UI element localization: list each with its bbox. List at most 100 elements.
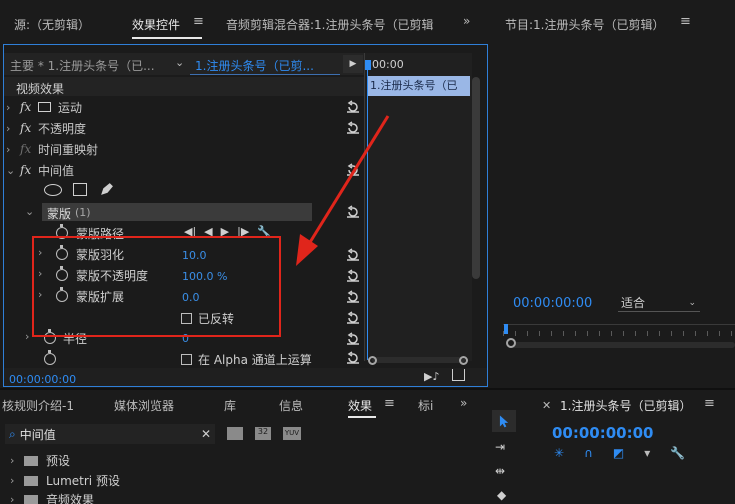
- chevron-right-icon[interactable]: ›: [6, 143, 20, 156]
- wrench-icon[interactable]: 🔧: [670, 446, 685, 460]
- folder-audio-effects[interactable]: › 音频效果: [10, 491, 94, 504]
- mini-timeline-hscroll[interactable]: [372, 357, 465, 363]
- clip-selector-underline: [190, 74, 340, 75]
- menu-icon[interactable]: ≡: [704, 396, 715, 411]
- razor-tool-icon[interactable]: ◆: [497, 488, 506, 502]
- selection-tool[interactable]: [492, 410, 516, 432]
- overflow-tabs-icon[interactable]: »: [460, 396, 467, 410]
- tab-media-browser[interactable]: 媒体浏览器: [114, 397, 174, 414]
- effect-controls-footer: [4, 368, 487, 386]
- folder-icon: [24, 475, 38, 486]
- accelerated-effects-icon[interactable]: [227, 427, 243, 440]
- menu-icon[interactable]: ≡: [680, 14, 691, 29]
- overflow-tabs-icon[interactable]: »: [463, 14, 470, 28]
- track-select-tool-icon[interactable]: ⇥: [495, 440, 505, 454]
- effects-search[interactable]: ⌕ 中间值 ✕: [5, 424, 215, 444]
- snap-icon[interactable]: ∩: [584, 446, 593, 460]
- fx-icon[interactable]: fx: [20, 121, 38, 135]
- tab-source[interactable]: 源:（无剪辑）: [14, 16, 90, 33]
- folder-icon: [24, 455, 38, 466]
- close-icon[interactable]: ✕: [542, 399, 551, 412]
- master-clip-label[interactable]: 主要 * 1.注册头条号（已...: [10, 57, 160, 74]
- export-icon[interactable]: [452, 369, 465, 381]
- zoom-select-value: 适合: [621, 296, 646, 310]
- tab-audio-clip-mixer[interactable]: 音频剪辑混合器:1.注册头条号（已剪辑: [226, 16, 448, 33]
- scrollbar-handle-left[interactable]: [368, 356, 377, 365]
- mask-count: (1): [75, 206, 91, 219]
- rectangle-mask-icon[interactable]: [73, 183, 87, 196]
- folder-presets[interactable]: › 预设: [10, 452, 70, 469]
- reset-icon[interactable]: [346, 332, 360, 346]
- alpha-checkbox[interactable]: 在 Alpha 通道上运算: [181, 351, 312, 368]
- transform-icon: [38, 102, 51, 112]
- reset-icon[interactable]: [346, 351, 360, 365]
- ellipse-mask-icon[interactable]: [44, 184, 62, 196]
- close-icon[interactable]: ✕: [201, 427, 211, 441]
- play-audio-icon[interactable]: ▶♪: [424, 370, 439, 383]
- video-effects-label: 视频效果: [16, 82, 65, 96]
- chevron-down-icon: ⌄: [688, 297, 696, 308]
- chevron-right-icon[interactable]: ›: [10, 474, 24, 487]
- play-only-audio-button[interactable]: ▶: [343, 55, 363, 73]
- ripple-edit-tool-icon[interactable]: ⇹: [495, 464, 505, 478]
- tab-effect-controls[interactable]: 效果控件: [132, 16, 180, 33]
- linked-selection-icon[interactable]: ◩: [613, 446, 624, 460]
- nest-icon[interactable]: ✳: [554, 446, 564, 460]
- reset-icon[interactable]: [346, 311, 360, 325]
- tab-info[interactable]: 信息: [279, 397, 303, 414]
- timeline-playhead[interactable]: [365, 60, 371, 70]
- timeline-timecode[interactable]: 00:00:00:00: [552, 424, 654, 442]
- fx-icon[interactable]: fx: [20, 100, 38, 114]
- program-timecode[interactable]: 00:00:00:00: [513, 296, 592, 311]
- effect-controls-timecode[interactable]: 00:00:00:00: [9, 373, 76, 386]
- play-icon: ▶: [349, 59, 357, 69]
- chevron-down-icon[interactable]: ⌄: [175, 56, 184, 69]
- chevron-right-icon[interactable]: ›: [10, 454, 24, 467]
- chevron-down-icon[interactable]: ⌄: [25, 205, 39, 218]
- folder-icon: [24, 494, 38, 504]
- tab-libraries[interactable]: 库: [224, 397, 236, 414]
- mini-timeline-vscroll[interactable]: [472, 77, 480, 279]
- reset-icon[interactable]: [346, 290, 360, 304]
- yuv-effects-icon[interactable]: YUV: [283, 427, 301, 440]
- chevron-right-icon[interactable]: ›: [10, 493, 24, 504]
- scrollbar-handle[interactable]: [506, 338, 516, 348]
- program-scrollbar[interactable]: [508, 342, 735, 348]
- menu-icon[interactable]: ≡: [384, 396, 395, 411]
- tab-timeline[interactable]: 1.注册头条号（已剪辑）: [560, 397, 691, 414]
- scrollbar-handle-right[interactable]: [459, 356, 468, 365]
- chevron-right-icon[interactable]: ›: [6, 101, 20, 114]
- search-input[interactable]: 中间值: [20, 426, 56, 443]
- effect-name: 运动: [58, 100, 83, 115]
- folder-lumetri-presets[interactable]: › Lumetri 预设: [10, 472, 120, 489]
- clip-selector[interactable]: 1.注册头条号（已剪...: [195, 57, 320, 74]
- zoom-select[interactable]: 适合 ⌄: [618, 294, 700, 312]
- chevron-right-icon[interactable]: ›: [6, 122, 20, 135]
- alpha-label: 在 Alpha 通道上运算: [198, 353, 312, 367]
- marker-icon[interactable]: ▾: [644, 446, 650, 460]
- tab-effect-controls-underline: [132, 37, 202, 39]
- chevron-down-icon[interactable]: ⌄: [6, 164, 20, 177]
- 32bit-effects-icon[interactable]: 32: [255, 427, 271, 440]
- mask-label: 蒙版: [47, 207, 72, 221]
- fx-icon[interactable]: fx: [20, 163, 38, 177]
- effect-name: 中间值: [38, 163, 75, 178]
- stopwatch-icon[interactable]: [44, 350, 64, 365]
- effect-name: 不透明度: [38, 121, 87, 136]
- tab-effects[interactable]: 效果: [348, 397, 372, 414]
- folder-label: 音频效果: [46, 493, 95, 504]
- program-playhead[interactable]: [504, 324, 508, 334]
- timeline-clip-bar[interactable]: 1.注册头条号（已: [368, 76, 470, 96]
- menu-icon[interactable]: ≡: [193, 14, 204, 29]
- tab-program[interactable]: 节目:1.注册头条号（已剪辑）: [505, 16, 665, 33]
- highlight-box: [32, 236, 281, 337]
- checkbox-box[interactable]: [181, 354, 192, 365]
- program-ruler[interactable]: [503, 324, 735, 338]
- fx-icon[interactable]: fx: [20, 142, 38, 156]
- folder-label: 预设: [46, 454, 71, 468]
- tab-project[interactable]: 核规则介绍-1: [2, 397, 74, 414]
- bottom-divider: [0, 388, 735, 390]
- pen-mask-icon[interactable]: [99, 182, 114, 197]
- arrow-cursor-icon: [499, 415, 508, 428]
- tab-markers[interactable]: 标i: [418, 397, 433, 414]
